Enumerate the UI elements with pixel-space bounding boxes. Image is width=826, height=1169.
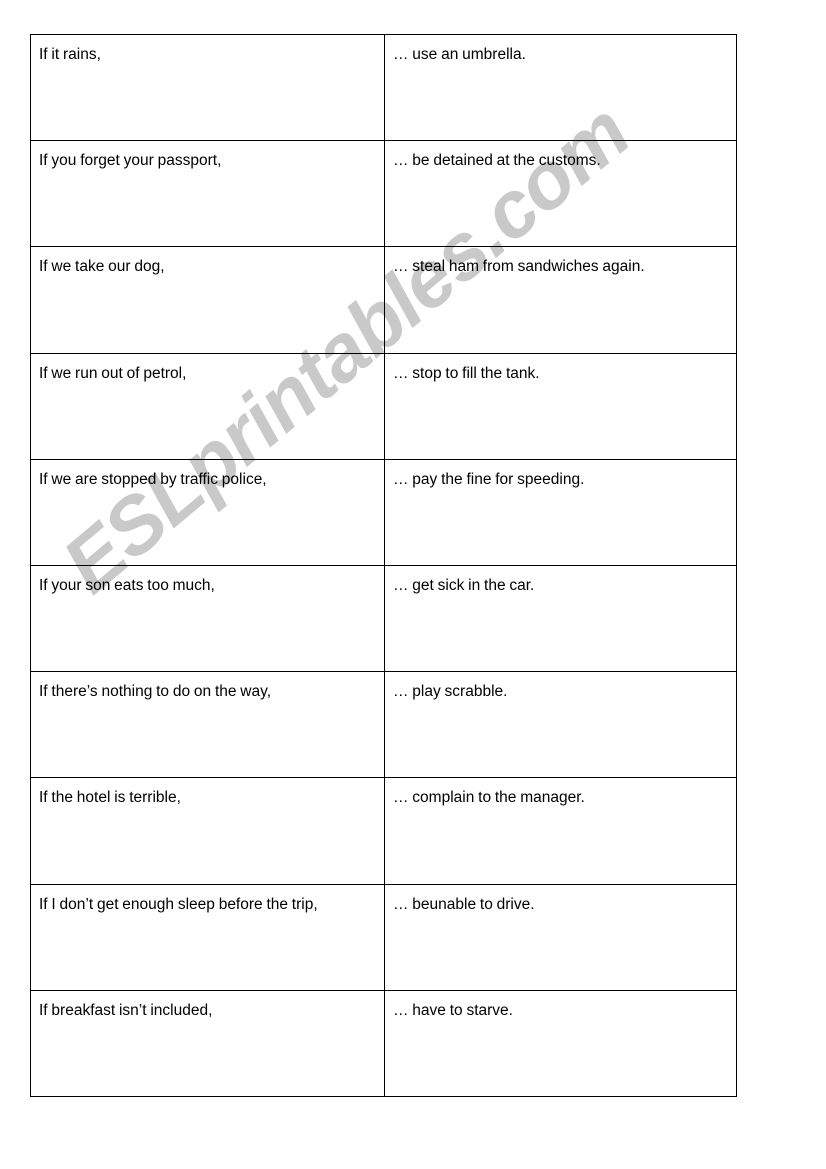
result-text: … get sick in the car.: [393, 576, 535, 594]
result-cell[interactable]: … complain to the manager.: [384, 777, 737, 885]
clause-cell[interactable]: If breakfast isn’t included,: [30, 989, 385, 1097]
clause-text: If it rains,: [39, 46, 101, 63]
result-cell[interactable]: … get sick in the car.: [384, 564, 737, 673]
clause-text: If your son eats too much,: [39, 576, 215, 594]
table-row: If we are stopped by traffic police, … p…: [30, 458, 737, 566]
clause-text: If there’s nothing to do on the way,: [39, 683, 272, 701]
clause-text: If the hotel is terrible,: [39, 789, 181, 807]
result-text: … stop to fill the tank.: [393, 364, 540, 382]
table-row: If I don’t get enough sleep before the t…: [30, 883, 737, 991]
result-text: … beunable to drive.: [393, 895, 535, 913]
result-cell[interactable]: … play scrabble.: [384, 671, 737, 779]
result-cell[interactable]: … pay the fine for speeding.: [384, 458, 737, 566]
table-row: If the hotel is terrible, … complain to …: [30, 777, 737, 885]
clause-cell[interactable]: If I don’t get enough sleep before the t…: [30, 883, 385, 991]
table-row: If breakfast isn’t included, … have to s…: [30, 989, 737, 1097]
clause-cell[interactable]: If we take our dog,: [30, 246, 385, 354]
table-row: If your son eats too much, … get sick in…: [30, 564, 737, 673]
matching-table: If it rains, … use an umbrella. If you f…: [30, 33, 737, 1097]
table-row: If we run out of petrol, … stop to fill …: [30, 352, 737, 460]
matching-table-body: If it rains, … use an umbrella. If you f…: [30, 33, 737, 1097]
result-cell[interactable]: … have to starve.: [384, 989, 737, 1097]
worksheet-page: ESLprintables.com If it rains, … use an …: [0, 0, 826, 1169]
clause-text: If we are stopped by traffic police,: [39, 470, 267, 488]
clause-cell[interactable]: If we are stopped by traffic police,: [30, 458, 385, 566]
clause-text: If breakfast isn’t included,: [39, 1001, 213, 1019]
result-text: … use an umbrella.: [393, 46, 526, 63]
clause-cell[interactable]: If your son eats too much,: [30, 564, 385, 673]
result-text: … be detained at the customs.: [393, 152, 601, 170]
clause-text: If I don’t get enough sleep before the t…: [39, 895, 318, 913]
clause-cell[interactable]: If the hotel is terrible,: [30, 777, 385, 885]
result-text: … pay the fine for speeding.: [393, 470, 585, 488]
clause-text: If we run out of petrol,: [39, 364, 187, 382]
clause-cell[interactable]: If it rains,: [30, 33, 385, 142]
result-cell[interactable]: … beunable to drive.: [384, 883, 737, 991]
result-cell[interactable]: … steal ham from sandwiches again.: [384, 246, 737, 354]
result-text: … steal ham from sandwiches again.: [393, 258, 645, 276]
clause-cell[interactable]: If we run out of petrol,: [30, 352, 385, 460]
table-row: If we take our dog, … steal ham from san…: [30, 246, 737, 354]
table-row: If there’s nothing to do on the way, … p…: [30, 671, 737, 779]
clause-cell[interactable]: If there’s nothing to do on the way,: [30, 671, 385, 779]
result-cell[interactable]: … stop to fill the tank.: [384, 352, 737, 460]
result-cell[interactable]: … use an umbrella.: [384, 33, 737, 142]
table-row: If it rains, … use an umbrella.: [30, 33, 737, 142]
clause-text: If we take our dog,: [39, 258, 165, 276]
clause-text: If you forget your passport,: [39, 152, 222, 170]
result-text: … have to starve.: [393, 1001, 513, 1019]
clause-cell[interactable]: If you forget your passport,: [30, 140, 385, 248]
result-text: … complain to the manager.: [393, 789, 585, 807]
result-text: … play scrabble.: [393, 683, 508, 701]
result-cell[interactable]: … be detained at the customs.: [384, 140, 737, 248]
table-row: If you forget your passport, … be detain…: [30, 140, 737, 248]
